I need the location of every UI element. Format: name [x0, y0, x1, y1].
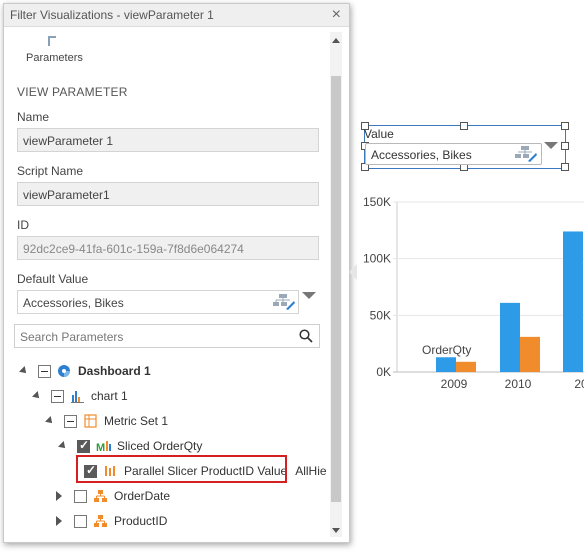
- tree-label-product-id: ProductID: [114, 514, 168, 528]
- tree-item-order-date[interactable]: OrderDate: [56, 486, 170, 506]
- value-widget-dropdown-icon[interactable]: [544, 142, 558, 149]
- hierarchy-icon: [94, 490, 107, 502]
- tree-item-chart[interactable]: chart 1: [32, 386, 128, 406]
- tree-checkbox-checked[interactable]: [77, 438, 90, 453]
- value-widget-text: Accessories, Bikes: [371, 148, 472, 162]
- dashboard-icon: [58, 365, 70, 377]
- tree-item-metric-set[interactable]: Metric Set 1: [45, 411, 169, 431]
- edit-values-icon[interactable]: [272, 293, 296, 311]
- tree-item-dashboard[interactable]: Dashboard 1: [19, 361, 151, 381]
- name-label: Name: [17, 110, 50, 124]
- default-value-label: Default Value: [17, 272, 89, 286]
- name-field[interactable]: viewParameter 1: [17, 128, 319, 152]
- tree-label-order-date: OrderDate: [114, 489, 171, 503]
- x-tick-label: 2009: [441, 377, 468, 391]
- resize-handle[interactable]: [561, 122, 569, 130]
- default-value-dropdown-icon[interactable]: [302, 292, 316, 299]
- order-qty-chart: 0K 50K 100K 150K 2009 2010 20 OrderQty: [363, 195, 584, 391]
- bar-20-series-1[interactable]: [563, 231, 583, 372]
- script-name-field[interactable]: viewParameter1: [17, 182, 319, 206]
- scroll-down-icon[interactable]: [332, 528, 340, 533]
- panel-title: Filter Visualizations - viewParameter 1: [10, 8, 214, 22]
- expand-arrow-icon[interactable]: [58, 441, 68, 451]
- default-value-text: Accessories, Bikes: [23, 296, 124, 310]
- tree-label-metric-set: Metric Set 1: [104, 414, 169, 428]
- section-title: VIEW PARAMETER: [17, 85, 128, 99]
- sliced-metric-icon: M: [96, 441, 111, 453]
- tree-item-sliced[interactable]: M Sliced OrderQty: [58, 436, 203, 456]
- tree-item-product-id[interactable]: ProductID: [56, 511, 167, 531]
- id-field: 92dc2ce9-41fa-601c-159a-7f8d6e064274: [17, 236, 319, 260]
- tree-label-extra: AllHie: [295, 464, 327, 478]
- vertical-scrollbar[interactable]: [330, 32, 342, 537]
- script-name-label: Script Name: [17, 164, 84, 178]
- tree-checkbox[interactable]: [74, 489, 87, 503]
- resize-handle[interactable]: [561, 163, 569, 171]
- search-placeholder: Search Parameters: [20, 330, 124, 344]
- bar-2010-series-1[interactable]: [500, 302, 520, 372]
- id-label: ID: [17, 218, 29, 232]
- parameters-button[interactable]: Parameters: [16, 32, 86, 68]
- tree-checkbox[interactable]: [38, 364, 51, 378]
- tree-label-dashboard: Dashboard 1: [78, 364, 151, 378]
- parameters-button-label: Parameters: [26, 52, 83, 64]
- expand-arrow-icon[interactable]: [19, 366, 29, 376]
- parameters-icon: [48, 36, 60, 46]
- collapse-arrow-icon[interactable]: [56, 516, 62, 526]
- metric-set-icon: [84, 414, 97, 428]
- tree-checkbox[interactable]: [64, 414, 77, 428]
- hierarchy-icon: [94, 515, 107, 527]
- expand-arrow-icon[interactable]: [32, 391, 42, 401]
- tree-label-chart: chart 1: [91, 389, 128, 403]
- search-parameters-input[interactable]: Search Parameters: [14, 324, 320, 348]
- bar-chart-icon: [71, 391, 84, 403]
- tree-checkbox[interactable]: [74, 514, 87, 528]
- y-tick-label: 100K: [363, 252, 391, 266]
- collapse-arrow-icon[interactable]: [56, 491, 62, 501]
- scroll-up-icon[interactable]: [332, 38, 340, 43]
- chart-annotation: OrderQty: [422, 343, 471, 357]
- resize-handle[interactable]: [561, 142, 569, 150]
- default-value-field[interactable]: Accessories, Bikes: [17, 290, 299, 314]
- bar-2009-series-1[interactable]: [436, 357, 456, 372]
- search-icon[interactable]: [299, 329, 313, 343]
- bar-2010-series-2[interactable]: [520, 336, 540, 372]
- tree-label-sliced: Sliced OrderQty: [117, 439, 203, 453]
- highlight-box: [76, 455, 287, 483]
- bar-2009-series-2[interactable]: [456, 361, 476, 372]
- expand-arrow-icon[interactable]: [45, 416, 55, 426]
- scrollbar-thumb[interactable]: [331, 76, 341, 502]
- value-widget-label: Value: [364, 127, 394, 141]
- edit-values-icon[interactable]: [514, 145, 538, 163]
- svg-text:M: M: [96, 442, 105, 453]
- x-tick-label: 2010: [505, 377, 532, 391]
- y-tick-label: 150K: [363, 195, 391, 209]
- y-tick-label: 50K: [370, 308, 391, 322]
- y-tick-label: 0K: [376, 365, 391, 379]
- x-tick-label: 20: [574, 377, 584, 391]
- close-icon[interactable]: ×: [332, 6, 341, 24]
- tree-checkbox[interactable]: [51, 389, 64, 403]
- resize-handle[interactable]: [460, 122, 468, 130]
- panel-titlebar[interactable]: Filter Visualizations - viewParameter 1 …: [4, 4, 349, 27]
